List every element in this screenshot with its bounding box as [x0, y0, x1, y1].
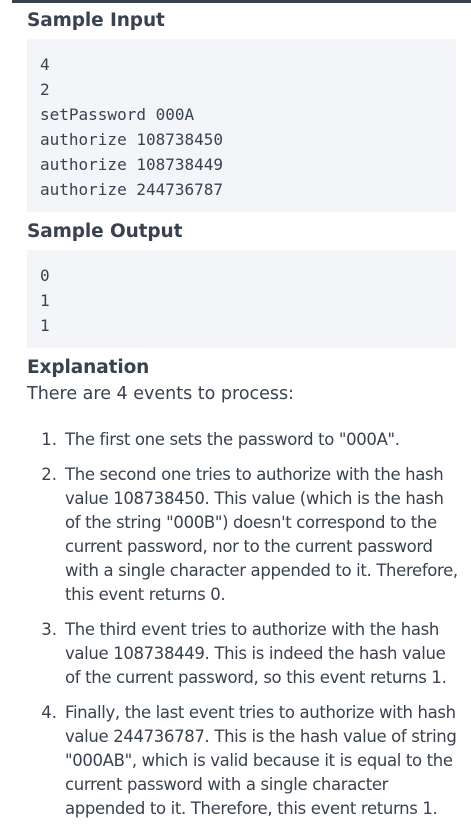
sample-output-line: 1	[40, 291, 50, 310]
explanation-heading: Explanation	[27, 357, 150, 378]
sample-output-line: 0	[40, 266, 50, 285]
sample-output-code-block: 0 1 1	[27, 250, 456, 348]
sample-input-line: authorize 244736787	[40, 180, 224, 199]
list-item: 1. The first one sets the password to "0…	[27, 428, 463, 452]
list-item-number: 1.	[41, 430, 57, 449]
events-list: 1. The first one sets the password to "0…	[27, 428, 463, 832]
list-item-number: 2.	[41, 465, 57, 484]
list-item: 4. Finally, the last event tries to auth…	[27, 701, 463, 821]
list-item: 2. The second one tries to authorize wit…	[27, 463, 463, 607]
sample-input-line: 2	[40, 80, 50, 99]
sample-input-line: setPassword 000A	[40, 105, 195, 124]
sample-input-heading: Sample Input	[27, 10, 165, 31]
list-item-number: 3.	[41, 620, 57, 639]
sample-input-line: 4	[40, 55, 50, 74]
sample-input-line: authorize 108738450	[40, 130, 224, 149]
top-divider	[12, 0, 471, 3]
sample-output-heading: Sample Output	[27, 221, 183, 242]
list-item-text: The first one sets the password to "000A…	[65, 430, 400, 449]
explanation-intro: There are 4 events to process:	[27, 384, 295, 404]
list-item-number: 4.	[41, 703, 57, 722]
sample-output-line: 1	[40, 316, 50, 335]
list-item-text: The third event tries to authorize with …	[65, 620, 447, 687]
list-item-text: Finally, the last event tries to authori…	[65, 703, 457, 818]
sample-input-code-block: 4 2 setPassword 000A authorize 108738450…	[27, 39, 456, 212]
sample-input-line: authorize 108738449	[40, 155, 224, 174]
list-item-text: The second one tries to authorize with t…	[65, 465, 458, 604]
list-item: 3. The third event tries to authorize wi…	[27, 618, 463, 690]
